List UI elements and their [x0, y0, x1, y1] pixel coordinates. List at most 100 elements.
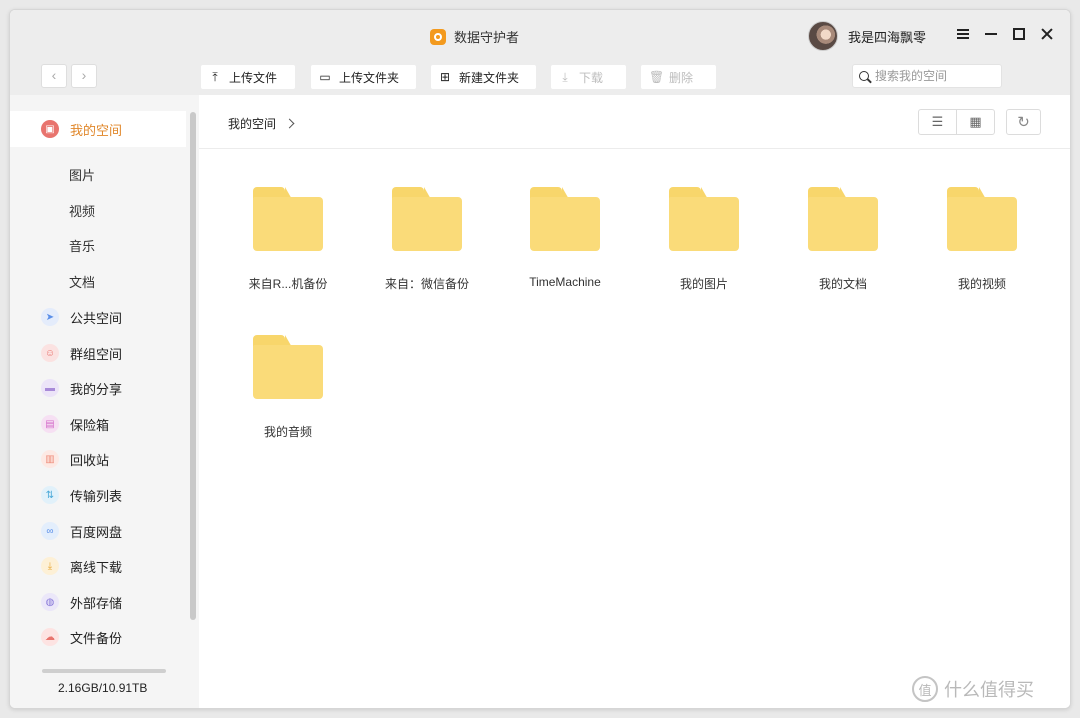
- download-icon: ⤓: [41, 557, 59, 575]
- sidebar-scrollbar[interactable]: [190, 112, 196, 620]
- sidebar-item-label: 文件备份: [70, 630, 123, 646]
- delete-label: 删除: [669, 70, 694, 85]
- share-icon: ▬: [41, 379, 59, 397]
- menu-icon[interactable]: [956, 26, 970, 42]
- user-profile[interactable]: 我是四海飘零: [808, 21, 926, 51]
- sidebar-sub-music[interactable]: 音乐: [69, 236, 95, 255]
- app-logo-icon: [430, 28, 446, 45]
- sidebar-item-group-space[interactable]: ☺ 群组空间: [10, 335, 186, 371]
- refresh-button[interactable]: ↻: [1006, 109, 1041, 135]
- sidebar-item-label: 保险箱: [70, 417, 110, 433]
- sidebar-item-public-space[interactable]: ➤ 公共空间: [10, 299, 186, 335]
- breadcrumb: 我的空间: [228, 115, 295, 132]
- folder-name: TimeMachine: [529, 275, 601, 289]
- sidebar-item-transfer-list[interactable]: ⇅ 传输列表: [10, 477, 186, 513]
- search-box[interactable]: [852, 64, 1002, 88]
- watermark-badge-icon: 值: [912, 676, 938, 702]
- sidebar-item-label: 外部存储: [70, 595, 123, 611]
- sidebar-item-label: 公共空间: [70, 310, 123, 326]
- minimize-icon[interactable]: [984, 26, 998, 42]
- paper-plane-icon: ➤: [41, 308, 59, 326]
- storage-usage-text: 2.16GB/10.91TB: [58, 681, 148, 695]
- baidu-pan-icon: ∞: [41, 522, 59, 540]
- transfer-icon: ⇅: [41, 486, 59, 504]
- sidebar-item-label: 群组空间: [70, 346, 123, 362]
- backup-icon: ☁: [41, 628, 59, 646]
- forward-button[interactable]: ›: [71, 64, 97, 88]
- refresh-icon: ↻: [1017, 114, 1030, 131]
- upload-file-button[interactable]: ⤒ 上传文件: [201, 65, 295, 89]
- breadcrumb-item[interactable]: 我的空间: [228, 115, 276, 132]
- storage-usage-bar: [42, 669, 166, 673]
- sidebar-item-external-storage[interactable]: ◍ 外部存储: [10, 584, 186, 620]
- sidebar-item-label: 离线下载: [70, 559, 123, 575]
- folder-name: 我的图片: [679, 277, 728, 291]
- sidebar: ▣ 我的空间 图片 视频 音乐 文档 ➤ 公共空间 ☺ 群组空间 ▬ 我的分享 …: [10, 95, 199, 708]
- trash-icon: ▥: [41, 450, 59, 468]
- upload-folder-button[interactable]: ▭ 上传文件夹: [311, 65, 416, 89]
- sidebar-sub-documents[interactable]: 文档: [69, 272, 95, 291]
- sidebar-item-my-space[interactable]: ▣ 我的空间: [10, 111, 186, 147]
- new-folder-button[interactable]: ⊞ 新建文件夹: [431, 65, 536, 89]
- search-input[interactable]: [875, 69, 990, 83]
- folder-icon: [253, 335, 323, 399]
- header-divider: [199, 148, 1070, 149]
- folder-item[interactable]: TimeMachine: [505, 187, 625, 289]
- folder-icon: [530, 187, 600, 251]
- folder-item[interactable]: 来自R...机备份: [228, 187, 348, 292]
- safe-icon: ▤: [41, 415, 59, 433]
- window-controls: [956, 26, 1054, 42]
- app-window: 数据守护者 我是四海飘零 ‹ › ⤒ 上传文件 ▭ 上传文件夹 ⊞ 新建文件夹: [9, 9, 1071, 709]
- grid-view-button[interactable]: ▦: [956, 110, 994, 134]
- upload-icon: ⤒: [212, 69, 218, 84]
- sidebar-item-label: 百度网盘: [70, 524, 123, 540]
- sidebar-item-label: 我的分享: [70, 381, 123, 397]
- app-title-text: 数据守护者: [454, 30, 520, 45]
- sidebar-item-safe[interactable]: ▤ 保险箱: [10, 406, 186, 442]
- sidebar-item-label: 我的空间: [70, 122, 123, 138]
- folder-item[interactable]: 我的音频: [228, 335, 348, 440]
- user-name[interactable]: 我是四海飘零: [848, 27, 926, 46]
- sidebar-item-my-share[interactable]: ▬ 我的分享: [10, 370, 186, 406]
- list-view-button[interactable]: ☰: [919, 110, 956, 134]
- sidebar-item-baidu-pan[interactable]: ∞ 百度网盘: [10, 513, 186, 549]
- sidebar-item-file-backup[interactable]: ☁ 文件备份: [10, 619, 186, 655]
- delete-button[interactable]: 🗑 删除: [641, 65, 716, 89]
- sidebar-item-offline-download[interactable]: ⤓ 离线下载: [10, 548, 186, 584]
- download-icon: ⤓: [562, 69, 568, 84]
- my-space-icon: ▣: [41, 120, 59, 138]
- folder-icon: [253, 187, 323, 251]
- title-bar: 数据守护者 我是四海飘零: [10, 10, 1070, 63]
- back-button[interactable]: ‹: [41, 64, 67, 88]
- watermark-text: 什么值得买: [944, 680, 1034, 700]
- close-icon[interactable]: [1040, 26, 1054, 42]
- sidebar-sub-videos[interactable]: 视频: [69, 201, 95, 220]
- upload-file-label: 上传文件: [229, 70, 278, 85]
- chevron-right-icon: [284, 118, 295, 129]
- sidebar-item-label: 传输列表: [70, 488, 123, 504]
- sidebar-item-label: 回收站: [70, 452, 110, 468]
- download-button[interactable]: ⤓ 下载: [551, 65, 626, 89]
- folder-item[interactable]: 来自：微信备份: [367, 187, 487, 292]
- folder-name: 来自：微信备份: [384, 277, 469, 291]
- new-folder-label: 新建文件夹: [459, 70, 520, 85]
- folder-icon: [947, 187, 1017, 251]
- watermark: 值 什么值得买: [912, 676, 1034, 702]
- sidebar-sub-pictures[interactable]: 图片: [69, 165, 95, 184]
- trash-icon: 🗑: [649, 70, 665, 84]
- folder-item[interactable]: 我的视频: [922, 187, 1042, 292]
- folder-name: 我的音频: [263, 425, 312, 439]
- toolbar: ‹ › ⤒ 上传文件 ▭ 上传文件夹 ⊞ 新建文件夹 ⤓ 下载 🗑 删除: [10, 63, 1070, 95]
- folder-icon: [669, 187, 739, 251]
- download-label: 下载: [579, 70, 604, 85]
- folder-item[interactable]: 我的文档: [783, 187, 903, 292]
- folder-item[interactable]: 我的图片: [644, 187, 764, 292]
- avatar[interactable]: [808, 21, 838, 51]
- folder-icon: [392, 187, 462, 251]
- view-toggle: ☰ ▦: [918, 109, 995, 135]
- sidebar-item-recycle-bin[interactable]: ▥ 回收站: [10, 441, 186, 477]
- folder-name: 我的文档: [818, 277, 867, 291]
- search-icon: [859, 71, 869, 81]
- maximize-icon[interactable]: [1012, 26, 1026, 42]
- app-title: 数据守护者: [430, 27, 519, 46]
